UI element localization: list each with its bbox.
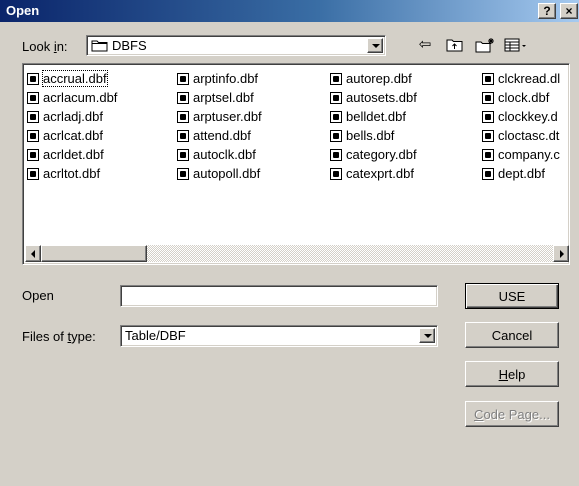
file-item[interactable]: autopoll.dbf: [177, 164, 262, 183]
dbf-file-icon: [27, 167, 39, 180]
file-column-4: clckread.dl clock.dbf clockkey.d cloctas…: [482, 69, 560, 183]
dbf-file-icon: [177, 72, 189, 85]
file-type-value: Table/DBF: [125, 328, 186, 343]
file-column-2: arptinfo.dbf arptsel.dbf arptuser.dbf at…: [177, 69, 262, 183]
dbf-file-icon: [482, 91, 494, 104]
dbf-file-icon: [330, 72, 342, 85]
dbf-file-icon: [27, 110, 39, 123]
file-item[interactable]: bells.dbf: [330, 126, 417, 145]
dbf-file-icon: [177, 91, 189, 104]
file-item[interactable]: catexprt.dbf: [330, 164, 417, 183]
file-list[interactable]: accrual.dbf acrlacum.dbf acrladj.dbf acr…: [22, 63, 570, 265]
dialog-title: Open: [6, 3, 40, 18]
filename-input[interactable]: [120, 285, 438, 307]
close-button[interactable]: ×: [560, 3, 578, 19]
dbf-file-icon: [27, 148, 39, 161]
file-type-dropdown[interactable]: Table/DBF: [120, 325, 438, 347]
open-label: Open: [22, 288, 54, 303]
look-in-label: Look in:: [22, 39, 68, 54]
dbf-file-icon: [330, 91, 342, 104]
file-column-1: accrual.dbf acrlacum.dbf acrladj.dbf acr…: [27, 69, 117, 183]
folder-icon: [91, 40, 108, 52]
chevron-down-icon: [424, 334, 432, 338]
file-item[interactable]: clockkey.d: [482, 107, 560, 126]
dbf-file-icon: [482, 72, 494, 85]
dbf-file-icon: [177, 148, 189, 161]
use-button[interactable]: USE: [465, 283, 559, 309]
title-bar: Open ? ×: [0, 0, 579, 22]
file-type-dropdown-button[interactable]: [419, 328, 435, 343]
file-item[interactable]: attend.dbf: [177, 126, 262, 145]
dbf-file-icon: [330, 167, 342, 180]
file-item[interactable]: acrltot.dbf: [27, 164, 117, 183]
arrow-left-icon: [31, 250, 35, 258]
file-item[interactable]: acrldet.dbf: [27, 145, 117, 164]
up-folder-icon[interactable]: [444, 35, 466, 55]
file-type-label: Files of type:: [22, 329, 96, 344]
dbf-file-icon: [27, 91, 39, 104]
file-item[interactable]: belldet.dbf: [330, 107, 417, 126]
chevron-down-icon: [372, 44, 380, 48]
dbf-file-icon: [177, 167, 189, 180]
scrollbar-thumb[interactable]: [41, 245, 147, 262]
file-item[interactable]: clock.dbf: [482, 88, 560, 107]
file-item[interactable]: clckread.dl: [482, 69, 560, 88]
file-item[interactable]: autoclk.dbf: [177, 145, 262, 164]
file-item[interactable]: company.c: [482, 145, 560, 164]
help-title-button[interactable]: ?: [538, 3, 556, 19]
scroll-left-button[interactable]: [25, 245, 41, 262]
scroll-right-button[interactable]: [553, 245, 569, 262]
file-item[interactable]: arptinfo.dbf: [177, 69, 262, 88]
file-item[interactable]: dept.dbf: [482, 164, 560, 183]
look-in-dropdown-button[interactable]: [367, 38, 383, 53]
dbf-file-icon: [177, 110, 189, 123]
dbf-file-icon: [330, 129, 342, 142]
help-button[interactable]: Help: [465, 361, 559, 387]
file-column-3: autorep.dbf autosets.dbf belldet.dbf bel…: [330, 69, 417, 183]
dbf-file-icon: [27, 72, 39, 85]
look-in-dropdown[interactable]: DBFS: [86, 35, 386, 56]
new-folder-icon[interactable]: [474, 35, 496, 55]
file-item[interactable]: arptuser.dbf: [177, 107, 262, 126]
file-item[interactable]: acrladj.dbf: [27, 107, 117, 126]
look-in-value: DBFS: [91, 38, 147, 53]
dbf-file-icon: [482, 167, 494, 180]
dbf-file-icon: [482, 129, 494, 142]
file-item[interactable]: autorep.dbf: [330, 69, 417, 88]
cancel-button[interactable]: Cancel: [465, 322, 559, 348]
file-item[interactable]: category.dbf: [330, 145, 417, 164]
dbf-file-icon: [482, 148, 494, 161]
dbf-file-icon: [27, 129, 39, 142]
dbf-file-icon: [177, 129, 189, 142]
file-item[interactable]: cloctasc.dt: [482, 126, 560, 145]
dbf-file-icon: [482, 110, 494, 123]
back-icon[interactable]: ⇦: [414, 35, 436, 55]
arrow-right-icon: [560, 250, 564, 258]
file-item[interactable]: autosets.dbf: [330, 88, 417, 107]
file-item[interactable]: arptsel.dbf: [177, 88, 262, 107]
file-item[interactable]: accrual.dbf: [27, 69, 117, 88]
file-item[interactable]: acrlcat.dbf: [27, 126, 117, 145]
dbf-file-icon: [330, 148, 342, 161]
dbf-file-icon: [330, 110, 342, 123]
horizontal-scrollbar[interactable]: [25, 245, 569, 262]
view-menu-icon[interactable]: [503, 35, 533, 55]
code-page-button: Code Page...: [465, 401, 559, 427]
file-item[interactable]: acrlacum.dbf: [27, 88, 117, 107]
